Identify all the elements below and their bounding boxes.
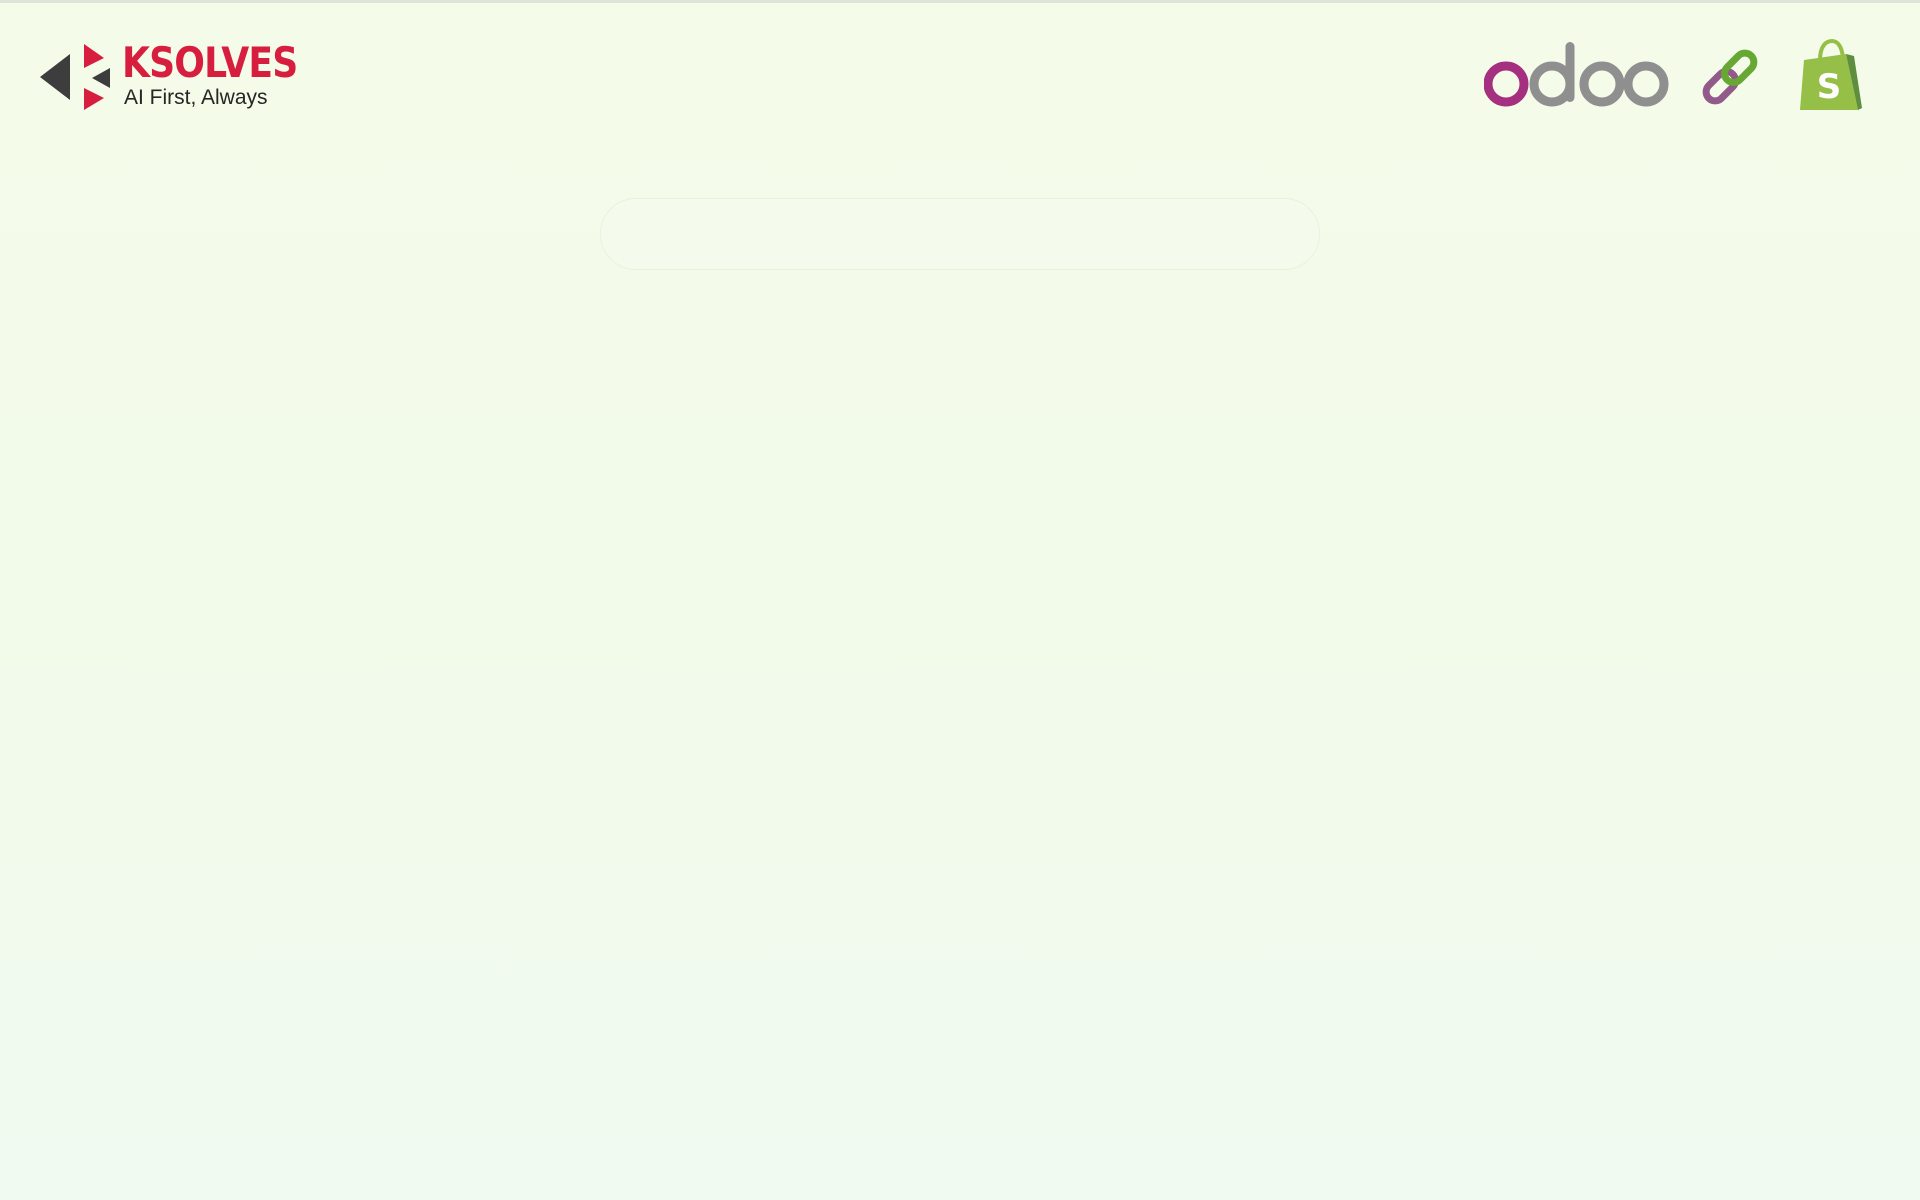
ksolves-arrow-mark-icon [40,44,110,110]
brand-name: KSOLVES [122,38,298,87]
window-top-edge [0,0,1920,3]
search-bar[interactable] [600,198,1320,270]
svg-text:S: S [1817,67,1842,107]
partner-logos: S [1480,38,1870,118]
odoo-logo [1484,42,1669,107]
chain-link-icon [1702,49,1758,105]
search-input[interactable] [637,217,1281,253]
brand-tagline: AI First, Always [124,86,268,109]
shopify-bag-icon: S [1800,38,1862,110]
ksolves-logo[interactable]: KSOLVES AI First, Always [40,38,300,116]
